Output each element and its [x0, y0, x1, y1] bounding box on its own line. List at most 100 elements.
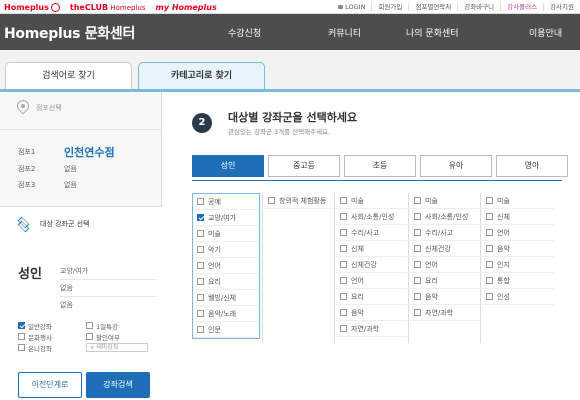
checkbox[interactable] [486, 261, 493, 268]
category-item[interactable]: 요리 [410, 273, 480, 289]
tab-keyword-search[interactable]: 검색어로 찾기 [5, 62, 132, 90]
category-item[interactable]: 신체건강 [410, 241, 480, 257]
category-item[interactable]: 신체 [482, 209, 554, 225]
category-item[interactable]: 미술 [410, 193, 480, 209]
category-item[interactable]: 언어 [193, 258, 259, 274]
site-logo[interactable]: Homeplus 문화센터 [4, 23, 135, 43]
category-item[interactable]: 인문 [193, 322, 259, 338]
instructor-apply-link[interactable]: 강사지원 [543, 2, 580, 11]
age-tab-teen[interactable]: 중고등 [268, 155, 340, 177]
course-cart-link[interactable]: 강좌바구니 [457, 2, 500, 11]
category-item[interactable]: 언어 [410, 257, 480, 273]
option-general-course[interactable]: 일반강좌 [18, 321, 86, 331]
checkbox[interactable] [197, 326, 204, 333]
signup-link[interactable]: 회원가입 [371, 2, 408, 11]
category-item[interactable]: 미술 [482, 193, 554, 209]
category-item[interactable]: 요리 [336, 289, 406, 305]
category-item[interactable]: 신체건강 [336, 257, 406, 273]
checkbox[interactable] [340, 325, 347, 332]
option-discount[interactable]: 할인여부 [86, 332, 154, 342]
nav-community[interactable]: 커뮤니티 [328, 26, 361, 39]
checkbox[interactable] [414, 261, 421, 268]
category-item[interactable]: 미술 [336, 193, 406, 209]
my-homeplus-link[interactable]: my Homeplus [156, 3, 217, 12]
course-search-button[interactable]: 강좌검색 [86, 372, 150, 398]
checkbox[interactable] [414, 213, 421, 220]
category-item[interactable]: 사회/소통/인성 [336, 209, 406, 225]
checkbox[interactable] [340, 229, 347, 236]
checkbox[interactable] [197, 262, 204, 269]
checkbox[interactable] [414, 197, 421, 204]
checkbox[interactable] [414, 309, 421, 316]
checkbox[interactable] [197, 214, 204, 221]
checkbox[interactable] [86, 333, 93, 340]
checkbox[interactable] [340, 213, 347, 220]
checkbox[interactable] [486, 245, 493, 252]
nav-guide[interactable]: 이용안내 [529, 26, 562, 39]
category-item[interactable]: 인성 [482, 289, 554, 305]
checkbox[interactable] [18, 333, 25, 340]
option-one-day-special[interactable]: 1일특강 [86, 321, 154, 331]
category-item[interactable]: 인지 [482, 257, 554, 273]
store-select-row[interactable]: 점포선택 [14, 97, 62, 116]
category-item[interactable]: 창의적 체험활동 [264, 193, 334, 209]
checkbox[interactable] [486, 229, 493, 236]
store-row-1[interactable]: 점포1 인천연수점 [18, 144, 115, 160]
homeplus-brand-link[interactable]: Homeplus [4, 2, 60, 12]
option-online-course[interactable]: 온니강좌 [18, 343, 86, 353]
previous-step-button[interactable]: 이전단계로 [18, 372, 82, 398]
checkbox[interactable] [340, 277, 347, 284]
category-item[interactable]: 요리 [193, 274, 259, 290]
age-tab-infant[interactable]: 영아 [496, 155, 568, 177]
checkbox[interactable] [197, 246, 204, 253]
category-item[interactable]: 언어 [482, 225, 554, 241]
checkbox[interactable] [486, 197, 493, 204]
category-item[interactable]: 악기 [193, 242, 259, 258]
checkbox[interactable] [86, 322, 93, 329]
checkbox[interactable] [197, 310, 204, 317]
theme-course-dropdown[interactable]: ∨ 테마강좌 [86, 343, 148, 352]
age-tab-elementary[interactable]: 초등 [344, 155, 416, 177]
age-tab-adult[interactable]: 성인 [192, 155, 264, 177]
store-contacts-link[interactable]: 점포별연락처 [408, 2, 457, 11]
checkbox[interactable] [414, 277, 421, 284]
checkbox[interactable] [197, 198, 204, 205]
checkbox[interactable] [340, 261, 347, 268]
instructor-plus-link[interactable]: 강사플러스 [500, 2, 543, 11]
category-item[interactable]: 자연/과학 [336, 321, 406, 337]
checkbox[interactable] [486, 213, 493, 220]
store-row-2[interactable]: 점포2 없음 [18, 164, 77, 174]
checkbox[interactable] [340, 197, 347, 204]
checkbox[interactable] [18, 344, 25, 351]
category-item[interactable]: 사회/소통/인성 [410, 209, 480, 225]
nav-course-registration[interactable]: 수강신청 [228, 26, 261, 39]
checkbox[interactable] [340, 293, 347, 300]
checkbox[interactable] [340, 245, 347, 252]
checkbox[interactable] [414, 293, 421, 300]
category-item[interactable]: 웰빙/신체 [193, 290, 259, 306]
tab-category-search[interactable]: 카테고리로 찾기 [138, 62, 265, 90]
category-item[interactable]: 교양/여가 [193, 210, 259, 226]
checkbox[interactable] [414, 229, 421, 236]
category-item[interactable]: 수리/사고 [410, 225, 480, 241]
checkbox[interactable] [268, 197, 275, 204]
category-item[interactable]: 통합 [482, 273, 554, 289]
checkbox[interactable] [197, 230, 204, 237]
club-brand-link[interactable]: theCLUB Homeplus [70, 3, 146, 12]
option-culture-event[interactable]: 문화행사 [18, 332, 86, 342]
category-item[interactable]: 언어 [336, 273, 406, 289]
category-item[interactable]: 수리/사고 [336, 225, 406, 241]
category-item[interactable]: 음악 [410, 289, 480, 305]
category-item[interactable]: 공예 [193, 194, 259, 210]
checkbox[interactable] [486, 293, 493, 300]
store-row-3[interactable]: 점포3 없음 [18, 180, 77, 190]
checkbox[interactable] [197, 278, 204, 285]
age-tab-preschool[interactable]: 유아 [420, 155, 492, 177]
checkbox[interactable] [340, 309, 347, 316]
checkbox[interactable] [197, 294, 204, 301]
login-link[interactable]: LOGIN [332, 3, 371, 11]
checkbox[interactable] [18, 322, 25, 329]
checkbox[interactable] [486, 277, 493, 284]
nav-my-culture-center[interactable]: 나의 문화센터 [406, 26, 459, 39]
category-item[interactable]: 신체 [336, 241, 406, 257]
